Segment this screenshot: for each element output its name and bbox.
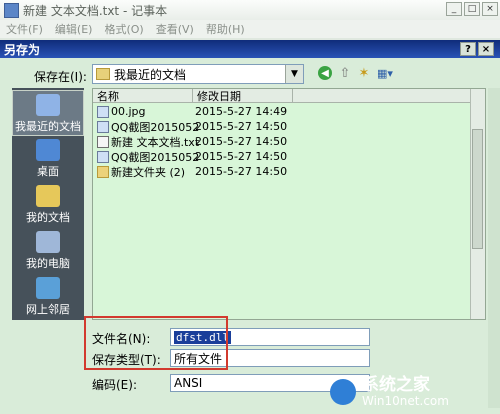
watermark-logo-icon: [330, 379, 356, 405]
list-item[interactable]: 新建 文本文档.txt 2015-5-27 14:50: [97, 134, 287, 149]
vertical-scrollbar[interactable]: [470, 89, 485, 319]
back-icon[interactable]: ◀: [318, 66, 332, 80]
list-item[interactable]: QQ截图2015052... 2015-5-27 14:50: [97, 149, 287, 164]
file-date: 2015-5-27 14:50: [195, 135, 288, 148]
save-as-dialog: 另存为 ? × 保存在(I): 我最近的文档 ▼ ◀ ⇧ ✶ ▦▾ 我最近的文档…: [0, 40, 500, 414]
column-filler: [293, 89, 485, 103]
close-dialog-button[interactable]: ×: [478, 42, 494, 56]
list-item[interactable]: QQ截图2015052... 2015-5-27 14:50: [97, 119, 287, 134]
list-item[interactable]: 00.jpg 2015-5-27 14:49: [97, 104, 287, 119]
dialog-titlebar: 另存为 ? ×: [0, 40, 500, 58]
file-list[interactable]: 名称 修改日期 00.jpg 2015-5-27 14:49 QQ截图20150…: [92, 88, 486, 320]
file-date: 2015-5-27 14:50: [195, 120, 288, 133]
encoding-value: ANSI: [174, 376, 203, 390]
menu-view[interactable]: 查看(V): [156, 21, 194, 37]
my-documents-icon: [36, 185, 60, 207]
maximize-button[interactable]: □: [464, 2, 480, 16]
up-folder-icon[interactable]: ⇧: [338, 66, 352, 81]
file-date: 2015-5-27 14:50: [195, 150, 288, 163]
file-name: 新建 文本文档.txt: [111, 135, 199, 149]
place-label: 我的文档: [26, 211, 70, 224]
file-name: QQ截图2015052...: [111, 120, 199, 134]
watermark: 系统之家 Win10net.com: [330, 370, 500, 414]
chevron-down-icon[interactable]: ▼: [285, 65, 303, 83]
file-date: 2015-5-27 14:49: [195, 105, 288, 118]
image-icon: [97, 105, 109, 118]
dialog-right-edge: [488, 88, 500, 408]
new-folder-icon[interactable]: ✶: [356, 66, 372, 81]
file-name: 00.jpg: [111, 105, 146, 118]
menu-help[interactable]: 帮助(H): [206, 21, 245, 37]
notepad-titlebar: 新建 文本文档.txt - 记事本 _ □ ×: [0, 0, 500, 20]
place-label: 桌面: [37, 165, 59, 178]
menu-edit[interactable]: 编辑(E): [55, 21, 93, 37]
encoding-label: 编码(E):: [92, 378, 137, 392]
watermark-url: Win10net.com: [362, 393, 449, 408]
dialog-title: 另存为: [4, 42, 41, 57]
save-in-value: 我最近的文档: [114, 67, 187, 82]
folder-icon: [96, 68, 110, 80]
file-list-header: 名称 修改日期: [93, 89, 485, 103]
list-item[interactable]: 新建文件夹 (2) 2015-5-27 14:50: [97, 164, 287, 179]
column-name[interactable]: 名称: [93, 89, 193, 103]
folder-icon: [97, 165, 109, 178]
minimize-button[interactable]: _: [446, 2, 462, 16]
desktop-icon: [36, 139, 60, 161]
text-file-icon: [97, 135, 109, 148]
network-icon: [36, 277, 60, 299]
save-in-label: 保存在(I):: [34, 70, 87, 84]
place-network[interactable]: 网上邻居: [12, 274, 84, 320]
image-icon: [97, 120, 109, 133]
column-date[interactable]: 修改日期: [193, 89, 293, 103]
place-desktop[interactable]: 桌面: [12, 136, 84, 182]
menu-file[interactable]: 文件(F): [6, 21, 43, 37]
scrollbar-thumb[interactable]: [472, 129, 483, 249]
file-name: 新建文件夹 (2): [111, 165, 186, 179]
notepad-window: 新建 文本文档.txt - 记事本 _ □ × 文件(F) 编辑(E) 格式(O…: [0, 0, 500, 414]
menu-bar: 文件(F) 编辑(E) 格式(O) 查看(V) 帮助(H): [0, 20, 500, 38]
window-title: 新建 文本文档.txt - 记事本: [23, 3, 168, 18]
place-recent[interactable]: 我最近的文档: [12, 90, 84, 136]
place-label: 网上邻居: [26, 303, 70, 316]
places-bar: 我最近的文档 桌面 我的文档 我的电脑 网上邻居: [12, 88, 84, 320]
view-menu-icon[interactable]: ▦▾: [376, 66, 394, 80]
help-button[interactable]: ?: [460, 42, 476, 56]
file-date: 2015-5-27 14:50: [195, 165, 288, 178]
place-my-documents[interactable]: 我的文档: [12, 182, 84, 228]
save-in-dropdown[interactable]: 我最近的文档 ▼: [92, 64, 304, 84]
watermark-title: 系统之家: [362, 375, 430, 396]
notepad-app-icon: [4, 2, 19, 18]
annotation-highlight-box: [84, 316, 228, 370]
place-label: 我的电脑: [26, 257, 70, 270]
menu-format[interactable]: 格式(O): [104, 21, 143, 37]
file-name: QQ截图2015052...: [111, 150, 199, 164]
close-window-button[interactable]: ×: [482, 2, 498, 16]
place-label: 我最近的文档: [15, 120, 81, 133]
place-my-computer[interactable]: 我的电脑: [12, 228, 84, 274]
recent-docs-icon: [36, 94, 60, 116]
image-icon: [97, 150, 109, 163]
my-computer-icon: [36, 231, 60, 253]
